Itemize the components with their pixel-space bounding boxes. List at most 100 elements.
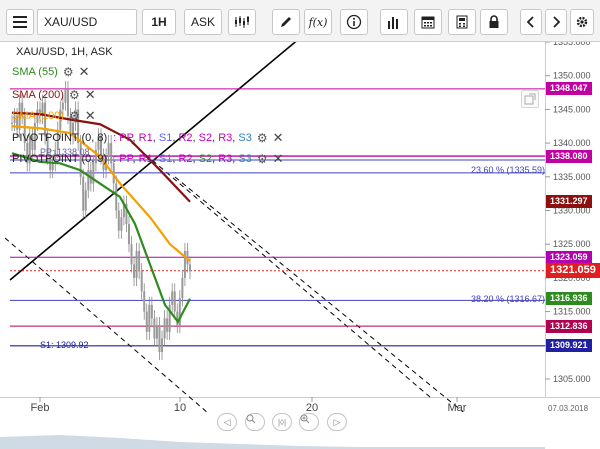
price-tick-label: 1325.000	[553, 239, 591, 249]
gear-icon	[576, 16, 588, 28]
indicator-pivot-08-close-icon[interactable]: ✕	[273, 131, 284, 145]
fib-3820-label: 38.20 % (1316.67)	[471, 294, 546, 304]
timeframe-button[interactable]: 1H	[142, 9, 176, 35]
price-type-label: ASK	[190, 15, 215, 29]
indicator-sma100[interactable]: SMA (100) ⚙ ✕	[12, 109, 96, 124]
indicator-pivot-08-settings-icon[interactable]: ⚙	[257, 131, 268, 145]
settings-button[interactable]	[570, 9, 594, 35]
candle-body	[138, 250, 141, 272]
nav-forward-icon[interactable]: ▷	[327, 413, 347, 431]
chevron-right-icon	[553, 16, 561, 28]
candle-body	[181, 277, 184, 299]
indicator-sma55[interactable]: SMA (55) ⚙ ✕	[12, 65, 90, 80]
candle-body	[150, 304, 153, 319]
export-icon[interactable]	[521, 90, 539, 108]
indicator-sma200[interactable]: SMA (200) ⚙ ✕	[12, 88, 96, 103]
calculator-icon	[456, 15, 468, 29]
date-stamp: 07.03.2018	[548, 404, 589, 413]
candle-body	[148, 304, 151, 332]
price-chart[interactable]: 1355.000 1350.000 1345.000 1340.000 1335.000…	[0, 42, 600, 449]
indicator-sma100-label: SMA (100)	[12, 110, 64, 122]
current-price-label: 1321.059	[546, 263, 600, 279]
fit-icon[interactable]: |◊|	[272, 413, 292, 431]
indicator-sma200-settings-icon[interactable]: ⚙	[69, 88, 80, 102]
indicator-sma200-label: SMA (200)	[12, 89, 64, 101]
draw-tool-button[interactable]	[272, 9, 300, 35]
chart-type-button[interactable]	[228, 9, 256, 35]
price-level-label: 1331.297	[546, 195, 592, 209]
price-level-label: 1348.047	[546, 82, 592, 96]
chart-toolbar: XAU/USD 1H ASK f(x)	[0, 0, 600, 42]
zoom-out-icon[interactable]	[245, 413, 265, 431]
candle-body	[120, 217, 123, 231]
candle-body	[135, 250, 138, 278]
chart-canvas[interactable]: 1355.000 1350.000 1345.000 1340.000 1335.000…	[0, 42, 600, 449]
info-button[interactable]	[340, 9, 368, 35]
scroll-right-button[interactable]	[545, 9, 567, 35]
candle-body	[133, 264, 136, 278]
indicators-button[interactable]: f(x)	[304, 9, 332, 35]
price-tick-label: 1305.000	[553, 374, 591, 384]
price-tick-label: 1355.000	[553, 42, 591, 47]
price-tick-label: 1345.000	[553, 104, 591, 114]
lock-icon	[489, 15, 499, 28]
candle-body	[117, 210, 120, 231]
candle-body	[11, 122, 13, 124]
price-level-label: 1312.836	[546, 319, 592, 333]
indicator-sma55-close-icon[interactable]: ✕	[79, 65, 90, 79]
candle-body	[171, 291, 174, 305]
candle-body	[127, 223, 130, 245]
s1-annotation: S1: 1309.92	[40, 340, 89, 350]
indicator-sma55-settings-icon[interactable]: ⚙	[63, 65, 74, 79]
price-level-label: 1316.936	[546, 292, 592, 306]
price-tick-label: 1315.000	[553, 307, 591, 317]
volume-button[interactable]	[380, 9, 408, 35]
indicator-pivot-09-settings-icon[interactable]: ⚙	[257, 152, 268, 166]
candle-body	[130, 244, 133, 265]
candle-body	[143, 291, 146, 312]
pivot-08-parts: : PP, R1, S1, R2, S2, R3, S3	[113, 132, 252, 144]
price-type-button[interactable]: ASK	[184, 9, 222, 35]
menu-button[interactable]	[6, 9, 34, 35]
candle-body	[153, 318, 156, 339]
candle-body	[140, 271, 143, 292]
calendar-icon	[421, 16, 435, 29]
scroll-left-button[interactable]	[520, 9, 542, 35]
function-icon: f(x)	[308, 15, 328, 29]
candle-body	[87, 170, 90, 191]
info-icon	[346, 14, 362, 30]
fib-2360-label: 23.60 % (1335.59)	[471, 165, 546, 175]
calculator-button[interactable]	[448, 9, 476, 35]
candle-body	[189, 264, 191, 272]
candle-body	[173, 291, 176, 312]
pp-annotation: PP: 1338.08	[40, 147, 90, 157]
candle-body	[155, 325, 158, 339]
candle-body	[82, 176, 85, 211]
bar-chart-icon	[388, 17, 398, 29]
price-level-label: 1323.059	[546, 250, 592, 264]
candle-body	[115, 183, 118, 211]
indicator-sma200-close-icon[interactable]: ✕	[85, 88, 96, 102]
indicator-pivot-08[interactable]: PIVOTPOINT (0, 8) : PP, R1, S1, R2, S2, …	[12, 131, 284, 146]
chart-title-text: XAU/USD, 1H, ASK	[16, 46, 113, 58]
candle-body	[163, 318, 166, 339]
zoom-in-icon[interactable]	[299, 413, 319, 431]
calendar-button[interactable]	[414, 9, 442, 35]
pencil-icon	[281, 17, 291, 27]
indicator-sma55-label: SMA (55)	[12, 66, 58, 78]
lock-button[interactable]	[480, 9, 508, 35]
symbol-input[interactable]: XAU/USD	[37, 9, 137, 35]
price-tick-label: 1335.000	[553, 172, 591, 182]
candle-body	[161, 338, 164, 353]
indicator-sma100-settings-icon[interactable]: ⚙	[69, 109, 80, 123]
pivot-09-parts: : PP, R1, S1, R2, S2, R3, S3	[113, 153, 252, 165]
price-tick-label: 1350.000	[553, 71, 591, 81]
price-level-label: 1338.080	[546, 149, 592, 163]
symbol-value: XAU/USD	[44, 15, 98, 29]
candle-body	[84, 190, 87, 211]
candlestick-icon	[235, 16, 249, 28]
nav-back-icon[interactable]: ◁	[217, 413, 237, 431]
candle-body	[158, 325, 161, 353]
indicator-pivot-09-close-icon[interactable]: ✕	[273, 152, 284, 166]
indicator-sma100-close-icon[interactable]: ✕	[85, 109, 96, 123]
